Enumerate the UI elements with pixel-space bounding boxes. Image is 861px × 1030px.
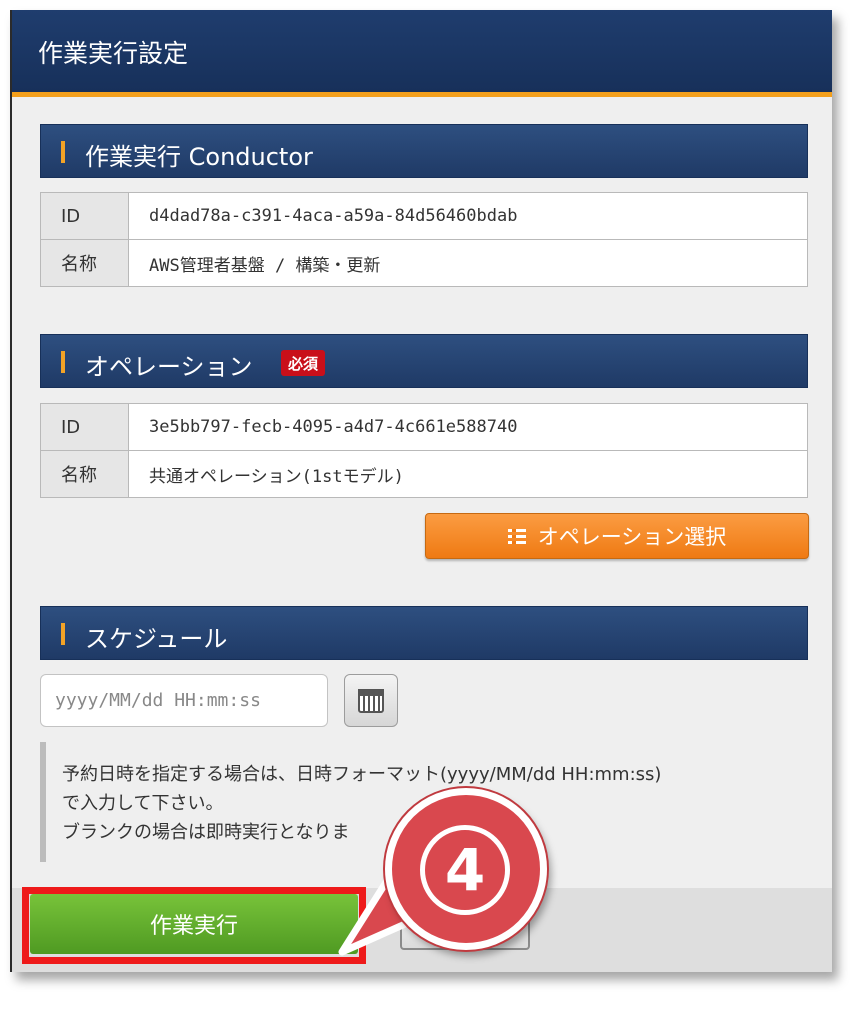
step-number-badge: 4 — [420, 825, 510, 915]
conductor-name-value: AWS管理者基盤 / 構築・更新 — [128, 239, 808, 287]
table-row: ID d4dad78a-c391-4aca-a59a-84d56460bdab — [40, 192, 808, 240]
conductor-name-label: 名称 — [40, 239, 129, 287]
schedule-section-header: スケジュール — [40, 606, 808, 660]
dialog-title: 作業実行設定 — [38, 39, 189, 68]
operation-id-label: ID — [40, 403, 129, 451]
section-marker — [61, 141, 65, 163]
schedule-section-title: スケジュール — [85, 625, 228, 653]
operation-section-title: オペレーション — [85, 353, 253, 381]
operation-info-table: ID 3e5bb797-fecb-4095-a4d7-4c661e588740 … — [40, 403, 808, 498]
operation-name-label: 名称 — [40, 450, 129, 498]
dialog-header: 作業実行設定 — [12, 10, 832, 92]
operation-select-label: オペレーション選択 — [537, 525, 727, 549]
operation-id-value: 3e5bb797-fecb-4095-a4d7-4c661e588740 — [128, 403, 808, 451]
header-accent-line — [12, 92, 832, 97]
calendar-picker-button[interactable] — [344, 674, 398, 727]
highlight-frame — [22, 887, 366, 964]
conductor-section-header: 作業実行 Conductor — [40, 124, 808, 178]
notice-line: 予約日時を指定する場合は、日時フォーマット(yyyy/MM/dd HH:mm:s… — [62, 764, 662, 785]
operation-select-button[interactable]: オペレーション選択 — [425, 513, 809, 559]
calendar-icon — [358, 688, 384, 713]
operation-name-value: 共通オペレーション(1stモデル) — [128, 450, 808, 498]
required-badge: 必須 — [281, 350, 326, 376]
conductor-section-title: 作業実行 Conductor — [85, 143, 313, 171]
section-marker — [61, 623, 65, 645]
table-row: 名称 AWS管理者基盤 / 構築・更新 — [40, 239, 808, 287]
table-row: ID 3e5bb797-fecb-4095-a4d7-4c661e588740 — [40, 403, 808, 451]
list-icon — [507, 528, 526, 544]
conductor-id-label: ID — [40, 192, 129, 240]
conductor-id-value: d4dad78a-c391-4aca-a59a-84d56460bdab — [128, 192, 808, 240]
operation-section-header: オペレーション 必須 — [40, 334, 808, 388]
schedule-datetime-input[interactable]: yyyy/MM/dd HH:mm:ss — [40, 674, 328, 727]
section-marker — [61, 351, 65, 373]
conductor-info-table: ID d4dad78a-c391-4aca-a59a-84d56460bdab … — [40, 192, 808, 287]
table-row: 名称 共通オペレーション(1stモデル) — [40, 450, 808, 498]
